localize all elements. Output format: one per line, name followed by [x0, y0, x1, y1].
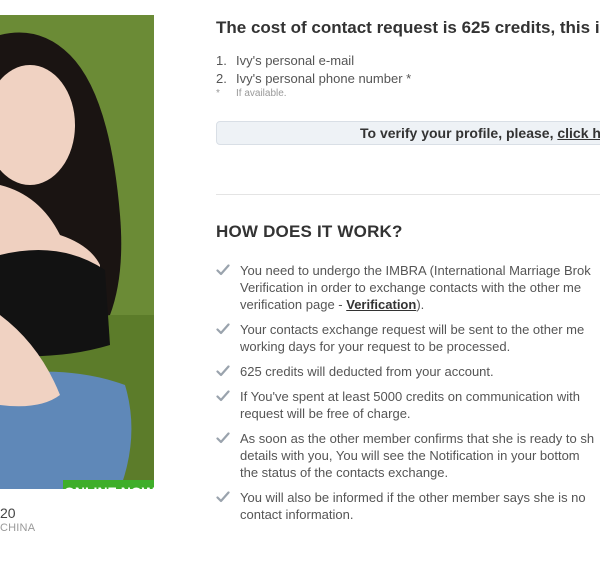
step-item: Your contacts exchange request will be s… [216, 321, 600, 355]
cost-title: The cost of contact request is 625 credi… [216, 18, 600, 37]
step-text: You need to undergo the IMBRA (Internati… [240, 263, 591, 278]
check-icon [216, 323, 230, 335]
footnote-star: * [216, 88, 220, 99]
verify-text: To verify your profile, please, [360, 125, 558, 141]
step-item: 625 credits will deducted from your acco… [216, 363, 600, 380]
contact-request-panel: The cost of contact request is 625 credi… [216, 0, 600, 564]
footnote-text: If available. [236, 88, 287, 99]
step-text: details with you, You will see the Notif… [240, 448, 580, 463]
check-icon [216, 491, 230, 503]
profile-age: 20 [0, 505, 16, 521]
step-text: You will also be informed if the other m… [240, 490, 586, 505]
list-item-number: 2. [216, 71, 227, 86]
verification-link[interactable]: Verification [346, 297, 416, 312]
verify-link[interactable]: click h [557, 125, 600, 141]
step-text: As soon as the other member confirms tha… [240, 431, 595, 446]
list-item-label: Ivy's personal phone number * [236, 71, 412, 86]
step-text: the status of the contacts exchange. [240, 465, 449, 480]
divider [216, 194, 600, 195]
step-text: 625 credits will deducted from your acco… [240, 364, 494, 379]
online-now-badge: ONLINE NOW [63, 480, 154, 489]
included-items-list: 1. Ivy's personal e-mail 2. Ivy's personal… [216, 52, 411, 88]
check-icon [216, 264, 230, 276]
profile-photo-illustration [0, 15, 154, 489]
list-item: 2. Ivy's personal phone number * [216, 70, 411, 88]
step-item: As soon as the other member confirms tha… [216, 430, 600, 481]
step-text: working days for your request to be proc… [240, 339, 511, 354]
step-item: You need to undergo the IMBRA (Internati… [216, 262, 600, 313]
step-item: If You've spent at least 5000 credits on… [216, 388, 600, 422]
check-icon [216, 365, 230, 377]
step-text-post: ). [416, 297, 425, 312]
check-icon [216, 432, 230, 444]
step-item: You will also be informed if the other m… [216, 489, 600, 523]
step-text: If You've spent at least 5000 credits on… [240, 389, 580, 404]
list-item-number: 1. [216, 53, 227, 68]
verify-profile-banner: To verify your profile, please, click h [216, 121, 600, 145]
step-text: Verification in order to exchange contac… [240, 280, 582, 295]
step-text: contact information. [240, 507, 354, 522]
list-item-label: Ivy's personal e-mail [236, 53, 355, 68]
profile-photo[interactable]: ONLINE NOW [0, 15, 154, 489]
footnote: * If available. [216, 88, 287, 99]
step-text-pre: verification page - [240, 297, 347, 312]
list-item: 1. Ivy's personal e-mail [216, 52, 411, 70]
profile-country: CHINA [0, 522, 36, 534]
step-text: Your contacts exchange request will be s… [240, 322, 585, 337]
check-icon [216, 390, 230, 402]
step-text: verification page - Verification). [240, 296, 600, 313]
step-text: request will be free of charge. [240, 406, 411, 421]
how-it-works-title: HOW DOES IT WORK? [216, 222, 403, 241]
